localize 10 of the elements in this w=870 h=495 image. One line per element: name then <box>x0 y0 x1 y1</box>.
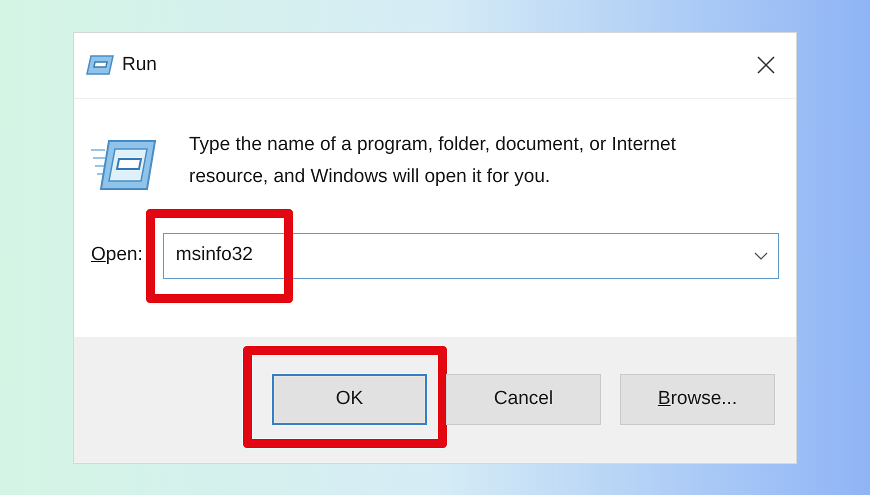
dialog-button[interactable]: OK <box>272 374 427 425</box>
open-label: Open: <box>91 243 143 268</box>
window-title: Run <box>122 52 158 77</box>
dialog-button[interactable]: Cancel <box>446 374 601 425</box>
dialog-button[interactable]: Browse... <box>620 374 775 425</box>
run-program-icon <box>86 55 114 75</box>
description-text: Type the name of a program, folder, document, or Internet resource, and Windows will open it for you. <box>189 132 677 188</box>
close-icon[interactable] <box>756 55 776 75</box>
dropdown-caret-icon[interactable] <box>754 252 768 260</box>
open-field[interactable]: msinfo32 <box>162 232 779 278</box>
